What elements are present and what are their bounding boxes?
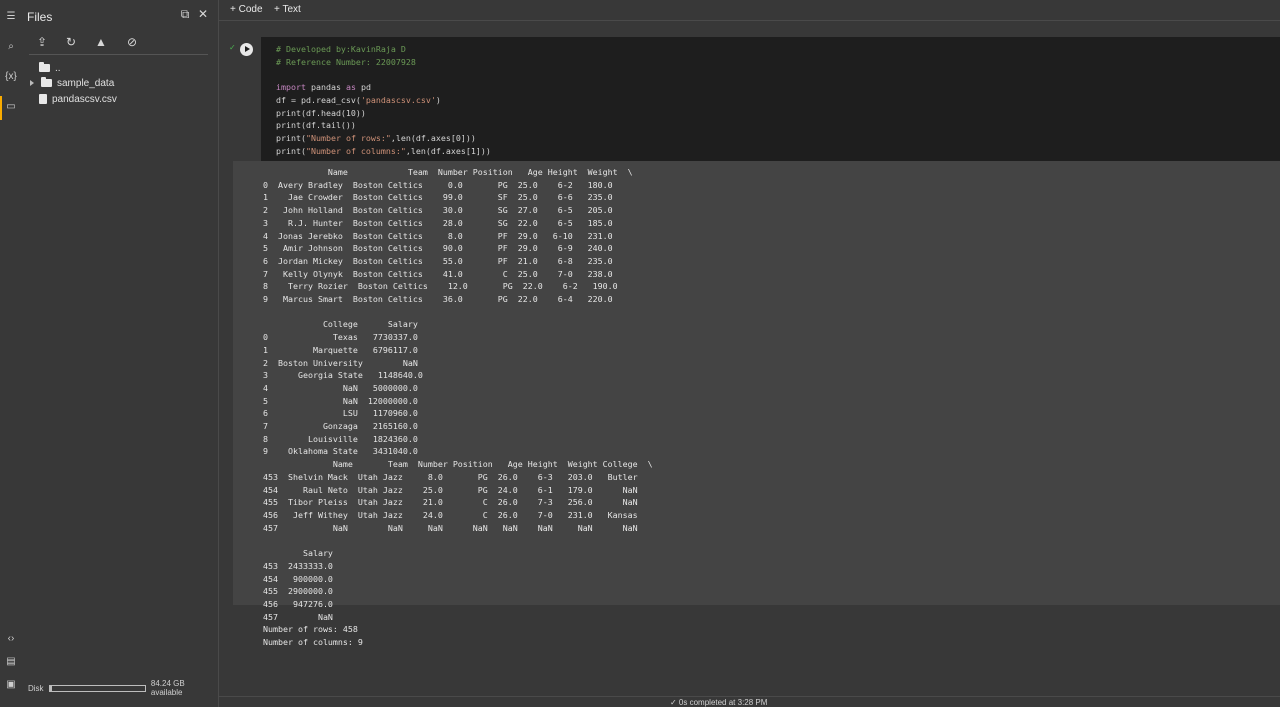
folder-icon (39, 62, 50, 72)
output-line: 6 Jordan Mickey Boston Celtics 55.0 PF 2… (263, 255, 613, 266)
mount-drive-icon[interactable]: ▲ (93, 34, 109, 50)
output-line: 9 Oklahoma State 3431040.0 (263, 446, 418, 457)
output-line: 6 LSU 1170960.0 (263, 408, 418, 419)
variables-icon[interactable]: {x} (4, 70, 18, 84)
code-string: 'pandascsv.csv' (360, 94, 436, 105)
output-line: College Salary (263, 319, 418, 330)
output-line: 3 R.J. Hunter Boston Celtics 28.0 SG 22.… (263, 217, 613, 228)
disk-usage: Disk 84.24 GB available (28, 679, 218, 697)
output-line: Name Team Number Position Age Height Wei… (263, 167, 633, 177)
notebook-area: + Code + Text ✓ # Developed by:KavinRaja… (219, 0, 1280, 707)
code-comment-line: # Reference Number: 22007928 (276, 56, 416, 67)
output-line: 0 Texas 7730337.0 (263, 332, 418, 343)
output-line: 5 Amir Johnson Boston Celtics 90.0 PF 29… (263, 243, 613, 254)
files-panel-title: Files (27, 10, 53, 24)
notebook-toolbar: + Code + Text (219, 0, 1280, 21)
add-text-button[interactable]: + Text (274, 4, 301, 15)
disk-label: Disk (28, 683, 44, 693)
output-line: 456 Jeff Withey Utah Jazz 24.0 C 26.0 7-… (263, 509, 638, 520)
cell-output: Name Team Number Position Age Height Wei… (233, 161, 1280, 647)
tree-item-label: pandascsv.csv (52, 93, 117, 105)
output-line: 9 Marcus Smart Boston Celtics 36.0 PG 22… (263, 294, 613, 305)
code-token: print( (276, 132, 306, 143)
output-line: 457 NaN (263, 611, 333, 622)
folder-icon[interactable]: ▭ (4, 100, 18, 114)
open-in-tab-icon[interactable]: ⧉ (178, 7, 192, 21)
output-line: 455 2900000.0 (263, 586, 333, 597)
upload-file-icon[interactable]: ⇪ (34, 34, 50, 50)
output-line: 2 John Holland Boston Celtics 30.0 SG 27… (263, 205, 613, 216)
output-line: 456 947276.0 (263, 598, 333, 609)
code-line: print(df.tail()) (276, 120, 356, 131)
add-code-button[interactable]: + Code (230, 4, 263, 15)
disk-usage-bar (48, 684, 146, 692)
tree-item-pandascsv[interactable]: pandascsv.csv (39, 92, 117, 106)
output-line: 0 Avery Bradley Boston Celtics 0.0 PG 25… (263, 179, 613, 190)
active-indicator (0, 96, 2, 120)
status-bar: ✓ 0s completed at 3:28 PM (219, 696, 1280, 707)
code-string: "Number of columns:" (305, 145, 406, 156)
output-line: 8 Louisville 1824360.0 (263, 433, 418, 444)
close-icon[interactable]: ✕ (196, 7, 210, 21)
refresh-icon[interactable]: ↻ (63, 34, 79, 50)
disk-available: 84.24 GB available (150, 679, 185, 697)
tree-item-sample-data[interactable]: sample_data (30, 76, 114, 90)
status-text: ✓ 0s completed at 3:28 PM (670, 698, 768, 707)
code-token: print( (276, 145, 306, 156)
code-token: pandas (305, 82, 346, 93)
output-line: Number of rows: 458 (263, 624, 358, 635)
output-line: 3 Georgia State 1148640.0 (263, 370, 423, 381)
code-keyword: as (345, 82, 356, 93)
file-icon (39, 94, 47, 104)
command-palette-icon[interactable]: ▤ (4, 655, 18, 669)
code-line: print(df.head(10)) (276, 107, 366, 118)
folder-icon (41, 77, 52, 87)
code-snippets-icon[interactable]: ‹› (4, 632, 18, 646)
output-line: Number of columns: 9 (263, 637, 363, 648)
output-line: 1 Marquette 6796117.0 (263, 344, 418, 355)
output-line: 4 NaN 5000000.0 (263, 382, 418, 393)
tree-item-label: .. (55, 62, 61, 74)
left-rail: ☰ ⌕ {x} ▭ ‹› ▤ ▣ (0, 0, 21, 707)
search-icon[interactable]: ⌕ (4, 40, 18, 54)
code-cell[interactable]: ✓ # Developed by:KavinRaja D # Reference… (229, 37, 1280, 647)
hide-files-icon[interactable]: ⊘ (124, 34, 140, 50)
output-line: 5 NaN 12000000.0 (263, 395, 418, 406)
terminal-icon[interactable]: ▣ (4, 678, 18, 692)
code-editor[interactable]: # Developed by:KavinRaja D # Reference N… (261, 37, 1280, 161)
output-line: 1 Jae Crowder Boston Celtics 99.0 SF 25.… (263, 192, 613, 203)
expand-caret-icon[interactable] (30, 80, 34, 86)
output-line: 4 Jonas Jerebko Boston Celtics 8.0 PF 29… (263, 230, 613, 241)
code-string: "Number of rows:" (305, 132, 391, 143)
code-token: ) (435, 94, 441, 105)
output-line: 455 Tibor Pleiss Utah Jazz 21.0 C 26.0 7… (263, 497, 638, 508)
output-line: Salary (263, 548, 333, 559)
code-token: ,len(df.axes[1])) (405, 145, 491, 156)
output-line: 8 Terry Rozier Boston Celtics 12.0 PG 22… (263, 281, 618, 292)
output-line: 454 Raul Neto Utah Jazz 25.0 PG 24.0 6-1… (263, 484, 638, 495)
code-comment-line: # Developed by:KavinRaja D (276, 44, 406, 54)
tree-item-label: sample_data (57, 77, 115, 89)
output-line: 457 NaN NaN NaN NaN NaN NaN NaN NaN (263, 522, 638, 533)
output-line: 453 Shelvin Mack Utah Jazz 8.0 PG 26.0 6… (263, 471, 638, 482)
toolbar-divider (29, 54, 208, 55)
tree-item-parent[interactable]: .. (39, 61, 61, 75)
files-panel: Files ⧉ ✕ ⇪ ↻ ▲ ⊘ .. sample_data pandasc… (21, 0, 219, 707)
execution-status-check: ✓ (229, 43, 236, 52)
output-line: Name Team Number Position Age Height Wei… (263, 459, 653, 470)
run-cell-button[interactable] (240, 43, 253, 56)
output-line: 2 Boston University NaN (263, 357, 418, 368)
code-keyword: import (276, 82, 306, 93)
output-line: 453 2433333.0 (263, 560, 333, 571)
output-line: 454 900000.0 (263, 573, 333, 584)
output-text: Name Team Number Position Age Height Wei… (263, 166, 653, 649)
output-line: 7 Gonzaga 2165160.0 (263, 421, 418, 432)
code-token: ,len(df.axes[0])) (390, 132, 476, 143)
disk-usage-fill (49, 685, 53, 691)
menu-icon[interactable]: ☰ (4, 10, 18, 24)
code-text[interactable]: # Developed by:KavinRaja D # Reference N… (276, 43, 491, 157)
output-line: 7 Kelly Olynyk Boston Celtics 41.0 C 25.… (263, 268, 613, 279)
code-token: df = pd.read_csv( (276, 94, 361, 105)
code-token: pd (355, 82, 371, 93)
